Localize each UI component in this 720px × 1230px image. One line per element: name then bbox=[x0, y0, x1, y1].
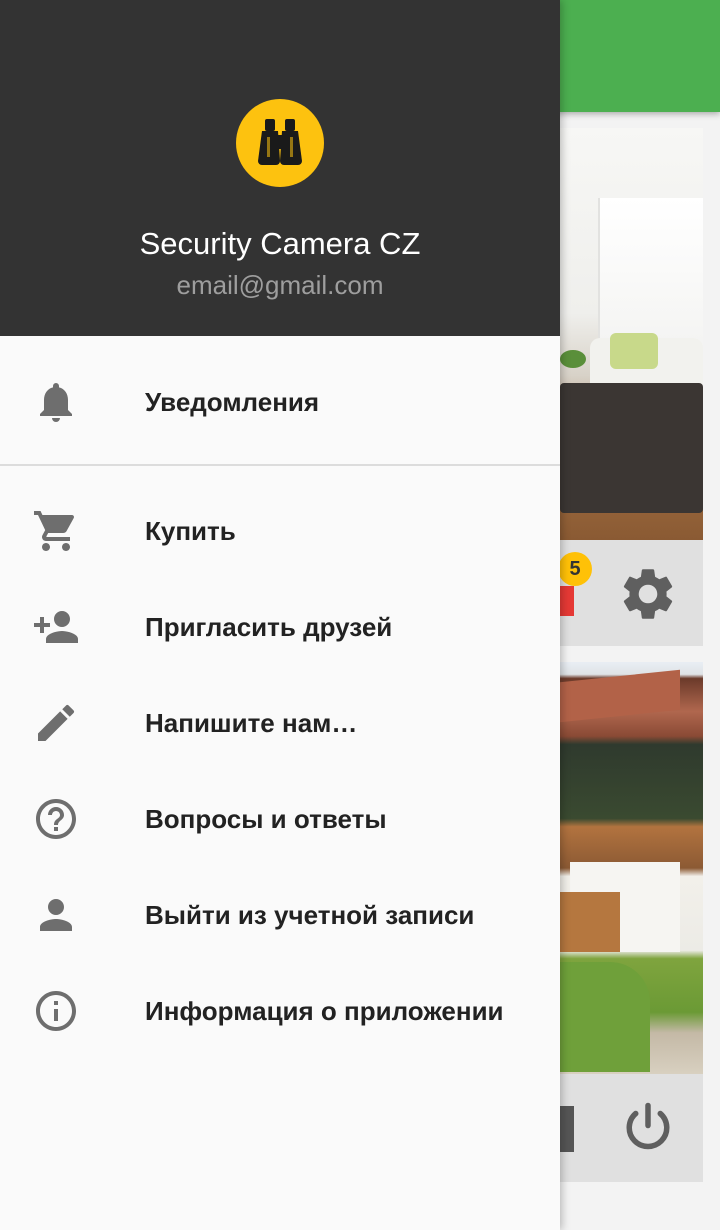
menu-divider bbox=[0, 464, 560, 466]
menu-label-app-info: Информация о приложении bbox=[145, 996, 504, 1026]
camera-preview-living-room[interactable] bbox=[560, 128, 703, 540]
menu-item-logout[interactable]: Выйти из учетной записи bbox=[0, 867, 560, 963]
cart-icon bbox=[34, 511, 75, 551]
menu-label-buy: Купить bbox=[145, 516, 236, 546]
pillow bbox=[610, 333, 658, 369]
drawer-header: Security Camera CZ email@gmail.com bbox=[0, 0, 560, 336]
app-name: Security Camera CZ bbox=[139, 226, 421, 261]
menu-item-invite-friends[interactable]: Пригласить друзей bbox=[0, 579, 560, 675]
menu-item-app-info[interactable]: Информация о приложении bbox=[0, 963, 560, 1059]
roof bbox=[560, 669, 680, 723]
menu-label-logout: Выйти из учетной записи bbox=[145, 900, 475, 930]
navigation-drawer: Security Camera CZ email@gmail.com Уведо… bbox=[0, 0, 560, 1230]
notification-badge: 5 bbox=[558, 552, 592, 586]
info-icon bbox=[36, 991, 76, 1031]
menu-label-invite-friends: Пригласить друзей bbox=[145, 612, 393, 642]
pencil-icon bbox=[38, 704, 75, 741]
person-icon bbox=[40, 899, 72, 931]
help-circle-icon bbox=[36, 799, 76, 839]
lawn bbox=[560, 962, 650, 1072]
menu-label-write-us: Напишите нам… bbox=[145, 708, 358, 738]
binoculars-icon bbox=[258, 119, 302, 165]
stairs bbox=[560, 892, 620, 952]
app-logo bbox=[236, 99, 324, 187]
menu-label-faq: Вопросы и ответы bbox=[145, 804, 387, 834]
camera1-alert-icon[interactable] bbox=[560, 586, 574, 616]
sofa bbox=[560, 383, 703, 513]
gear-icon[interactable] bbox=[617, 563, 679, 625]
camera2-partial-icon[interactable] bbox=[560, 1106, 574, 1152]
bell-icon bbox=[40, 383, 72, 422]
person-add-icon bbox=[34, 611, 78, 643]
power-icon[interactable] bbox=[618, 1098, 678, 1158]
menu-item-faq[interactable]: Вопросы и ответы bbox=[0, 771, 560, 867]
camera-preview-house[interactable] bbox=[560, 662, 703, 1074]
menu-item-write-us[interactable]: Напишите нам… bbox=[0, 675, 560, 771]
account-email: email@gmail.com bbox=[176, 270, 384, 300]
menu-label-notifications: Уведомления bbox=[145, 387, 320, 417]
menu-item-buy[interactable]: Купить bbox=[0, 483, 560, 579]
plant bbox=[560, 350, 586, 368]
menu-item-notifications[interactable]: Уведомления bbox=[0, 354, 560, 450]
